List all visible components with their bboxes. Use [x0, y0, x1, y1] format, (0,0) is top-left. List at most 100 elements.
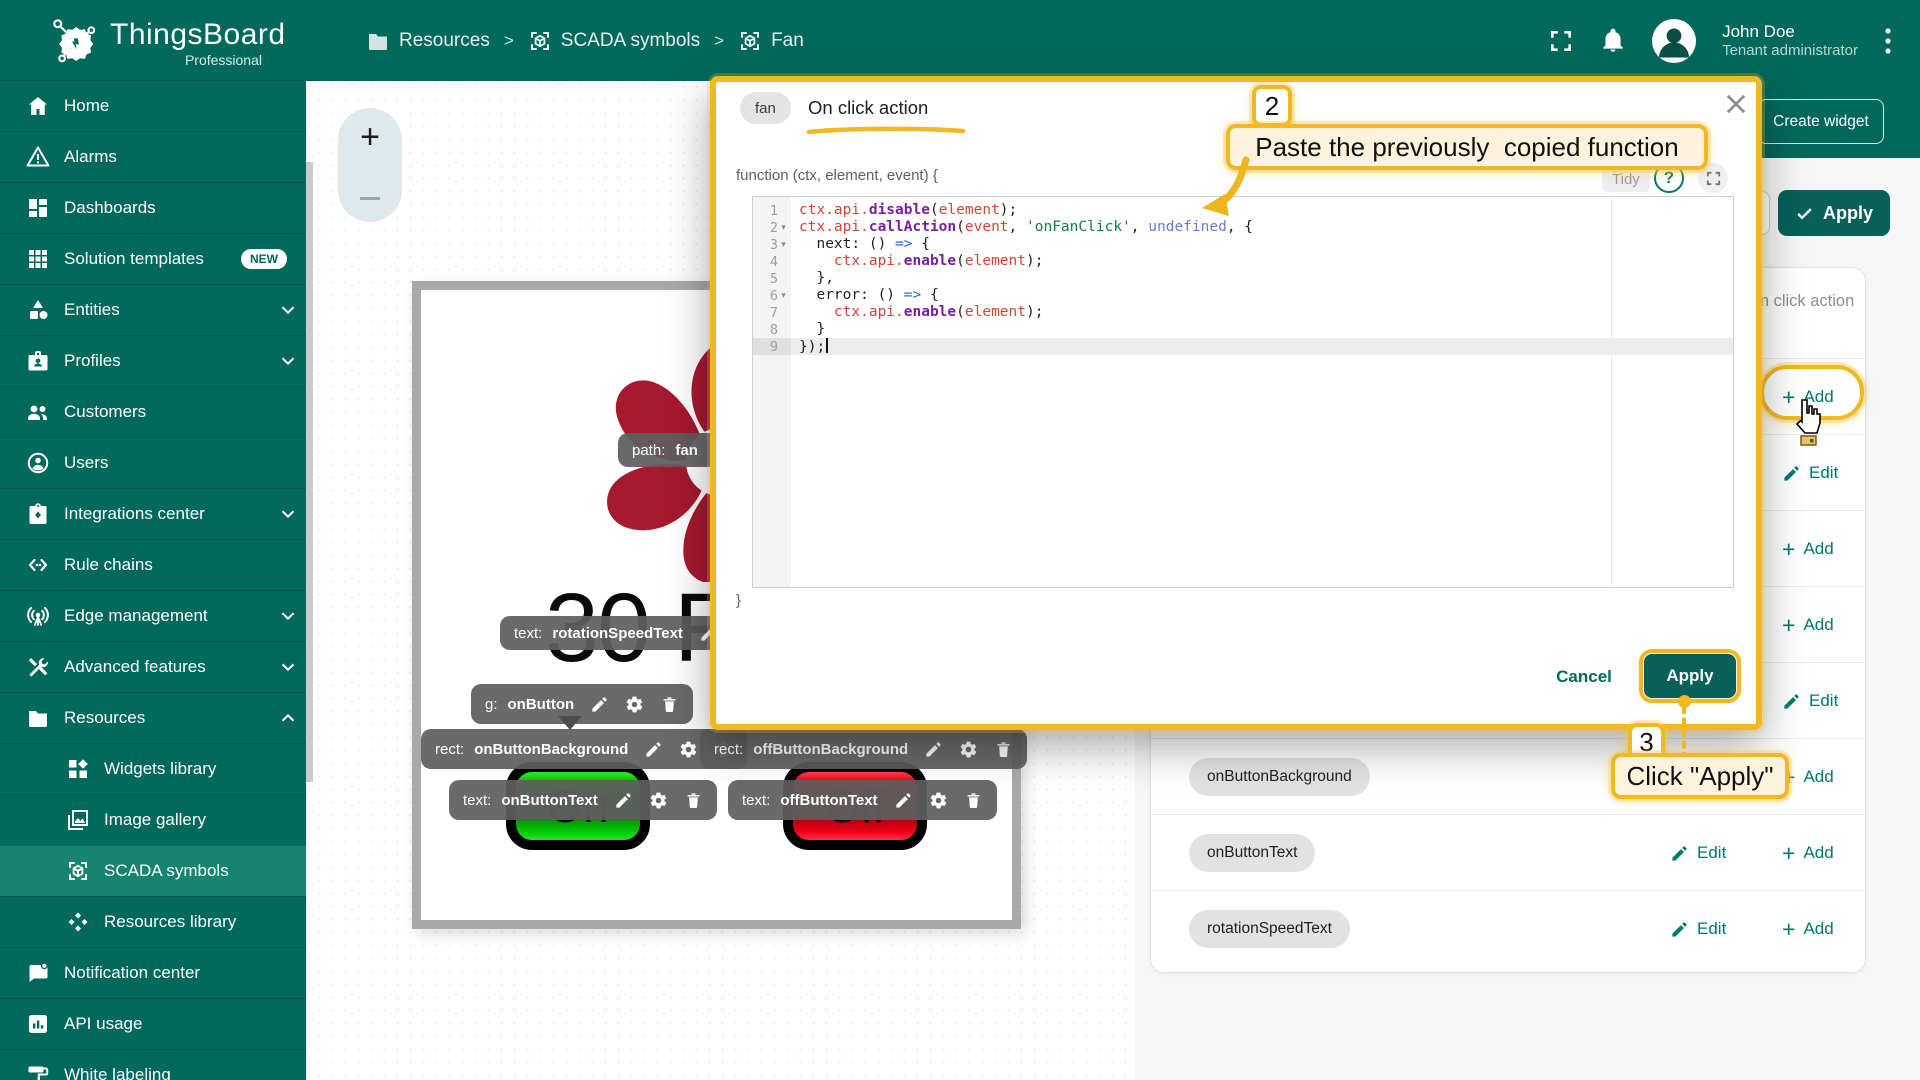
settings-gear-icon[interactable] [649, 791, 668, 810]
code-line-2[interactable]: ctx.api.callAction(event, 'onFanClick', … [791, 219, 1733, 236]
gutter-line-1: 1 [753, 202, 791, 219]
kebab-menu-icon[interactable] [1884, 26, 1892, 56]
modal-title: On click action [808, 97, 928, 119]
code-line-5[interactable]: }, [791, 270, 1733, 287]
delete-trash-icon[interactable] [994, 740, 1013, 759]
sidebar-item-rule-chains[interactable]: Rule chains [0, 539, 313, 590]
app-edition: Professional [0, 52, 262, 68]
sidebar-item-users[interactable]: Users [0, 437, 313, 488]
sidebar-item-alarms[interactable]: Alarms [0, 131, 313, 182]
white-labeling-icon [26, 1063, 50, 1080]
edit-pencil-icon[interactable] [590, 695, 609, 714]
edit-pencil-icon[interactable] [614, 791, 633, 810]
sidebar-item-api-usage[interactable]: API usage [0, 998, 313, 1049]
sidebar-item-solution-templates[interactable]: Solution templatesNEW [0, 233, 313, 284]
breadcrumb-separator: > [714, 31, 724, 51]
sidebar-item-resources-library[interactable]: Resources library [0, 896, 313, 947]
close-icon[interactable] [1722, 90, 1750, 118]
delete-trash-icon[interactable] [660, 695, 679, 714]
sidebar-item-customers[interactable]: Customers [0, 386, 313, 437]
code-line-8[interactable]: } [791, 321, 1733, 338]
edit-pencil-icon[interactable] [644, 740, 663, 759]
code-line-9[interactable]: }); [791, 338, 1733, 355]
settings-gear-icon[interactable] [679, 740, 698, 759]
sidebar-item-resources[interactable]: Resources [0, 692, 313, 743]
tag-row-rotationspeedtext: rotationSpeedText Edit +Add [1151, 890, 1865, 966]
breadcrumb-item-scada-symbols[interactable]: SCADA symbols [528, 29, 700, 53]
sidebar-item-entities[interactable]: Entities [0, 284, 313, 335]
code-editor[interactable]: 12▾3▾456▾789 ctx.api.disable(element);ct… [752, 196, 1734, 588]
code-line-4[interactable]: ctx.api.enable(element); [791, 253, 1733, 270]
on-click-action-column-header: On click action [1747, 290, 1857, 312]
notifications-bell-icon[interactable] [1600, 28, 1626, 54]
sidebar-item-widgets-library[interactable]: Widgets library [0, 743, 313, 794]
delete-trash-icon[interactable] [964, 791, 983, 810]
breadcrumb: Resources>SCADA symbols>Fan [366, 0, 804, 81]
sidebar-item-profiles[interactable]: Profiles [0, 335, 313, 386]
user-block[interactable]: John Doe Tenant administrator [1722, 21, 1858, 61]
home-icon [26, 94, 50, 118]
canvas-tag-onbuttonbackground[interactable]: rect:onButtonBackground [421, 729, 747, 769]
edit-pencil-icon[interactable] [894, 791, 913, 810]
row-edit-button[interactable]: Edit [1670, 891, 1726, 967]
create-widget-button[interactable]: Create widget [1758, 99, 1884, 144]
row-add-button[interactable]: +Add [1782, 815, 1834, 891]
sidebar-scrollbar[interactable] [306, 81, 313, 1080]
gutter-line-6: 6▾ [753, 287, 791, 304]
code-content[interactable]: ctx.api.disable(element);ctx.api.callAct… [791, 197, 1733, 587]
zoom-out-button[interactable] [360, 197, 380, 200]
gutter-line-2: 2▾ [753, 219, 791, 236]
breadcrumb-item-resources[interactable]: Resources [366, 29, 490, 53]
row-edit-button[interactable]: Edit [1782, 663, 1838, 739]
sidebar-item-advanced-features[interactable]: Advanced features [0, 641, 313, 692]
entities-icon [26, 298, 50, 322]
settings-gear-icon[interactable] [625, 695, 644, 714]
sidebar-item-image-gallery[interactable]: Image gallery [0, 794, 313, 845]
edit-pencil-icon[interactable] [924, 740, 943, 759]
canvas-tag-onbutton[interactable]: g:onButton [471, 684, 693, 724]
apply-button[interactable]: Apply [1644, 654, 1736, 698]
canvas-tag-offbuttonbackground[interactable]: rect:offButtonBackground [700, 729, 1027, 769]
code-line-1[interactable]: ctx.api.disable(element); [791, 202, 1733, 219]
cancel-button[interactable]: Cancel [1544, 656, 1624, 698]
settings-gear-icon [959, 740, 978, 759]
sidebar-item-home[interactable]: Home [0, 80, 313, 131]
new-badge: NEW [241, 249, 287, 269]
fullscreen-icon[interactable] [1548, 28, 1574, 54]
sidebar-item-edge-management[interactable]: Edge management [0, 590, 313, 641]
delete-trash-icon[interactable] [684, 791, 703, 810]
row-add-button[interactable]: +Add [1782, 739, 1834, 815]
delete-trash-icon [684, 791, 703, 810]
user-role: Tenant administrator [1722, 42, 1858, 61]
row-add-button[interactable]: +Add [1782, 891, 1834, 967]
code-line-6[interactable]: error: () => { [791, 287, 1733, 304]
row-add-button[interactable]: +Add [1782, 587, 1834, 663]
canvas-tag-onbuttontext[interactable]: text:onButtonText [449, 780, 717, 820]
sidebar-item-integrations-center[interactable]: Integrations center [0, 488, 313, 539]
settings-gear-icon[interactable] [929, 791, 948, 810]
sidebar-item-notification-center[interactable]: Notification center [0, 947, 313, 998]
tutorial-title-underline [806, 126, 966, 136]
tag-row-onbuttontext: onButtonTextEdit+Add [1151, 814, 1865, 890]
row-edit-button[interactable]: Edit [1670, 815, 1726, 891]
code-line-3[interactable]: next: () => { [791, 236, 1733, 253]
canvas-tag-offbuttontext[interactable]: text:offButtonText [728, 780, 997, 820]
zoom-in-button[interactable]: + [338, 118, 402, 157]
editor-apply-button[interactable]: Apply [1778, 190, 1890, 236]
settings-gear-icon[interactable] [959, 740, 978, 759]
sidebar-item-dashboards[interactable]: Dashboards [0, 182, 313, 233]
advanced-features-icon [26, 655, 50, 679]
sidebar-item-scada-symbols[interactable]: SCADA symbols [0, 845, 313, 896]
dashboards-icon [26, 196, 50, 220]
notification-center-icon [26, 961, 50, 985]
tag-chip-rotationspeedtext: rotationSpeedText [1189, 910, 1350, 948]
code-line-7[interactable]: ctx.api.enable(element); [791, 304, 1733, 321]
gutter-line-5: 5 [753, 270, 791, 287]
breadcrumb-item-fan[interactable]: Fan [738, 29, 804, 53]
alarms-icon [26, 145, 50, 169]
rule-chains-icon [26, 553, 50, 577]
row-add-button[interactable]: +Add [1782, 511, 1834, 587]
edit-pencil-icon [924, 740, 943, 759]
sidebar-item-white-labeling[interactable]: White labeling [0, 1049, 313, 1080]
user-avatar[interactable] [1652, 19, 1696, 63]
